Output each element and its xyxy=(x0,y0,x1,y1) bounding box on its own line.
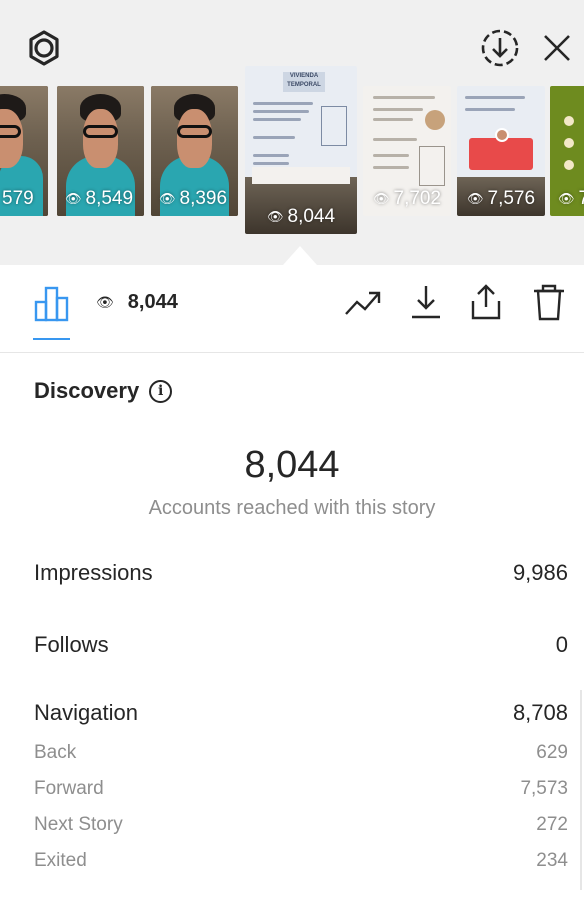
story-thumbnail[interactable]: 👁 7,576 xyxy=(457,86,545,216)
story-thumbnail-views: 8,549 xyxy=(85,188,134,209)
navigation-detail-row: Forward 7,573 xyxy=(34,778,568,800)
close-button[interactable] xyxy=(537,28,577,68)
eye-icon: 👁 xyxy=(267,209,284,224)
metric-label: Follows xyxy=(34,632,109,657)
metric-value: 8,708 xyxy=(512,700,568,725)
navigation-row: Navigation 8,708 xyxy=(34,700,568,726)
detail-label: Exited xyxy=(34,850,87,871)
metric-value: 0 xyxy=(555,632,568,657)
story-thumbnail[interactable]: 👁 7 xyxy=(550,86,584,216)
eye-icon: 👁 xyxy=(558,191,575,206)
download-story-button[interactable] xyxy=(479,27,521,69)
info-icon[interactable]: i xyxy=(149,379,173,403)
eye-icon: 👁 xyxy=(159,191,176,206)
active-tab-indicator xyxy=(33,338,70,340)
story-thumbnail-strip[interactable]: 579 👁 8,549 👁 8,396 VIVIENDA TEMPORAL 👁 8,0… xyxy=(0,66,584,236)
story-thumbnail-views: 579 xyxy=(2,188,34,209)
metric-value: 9,986 xyxy=(512,560,568,585)
accounts-reached-caption: Accounts reached with this story xyxy=(148,497,436,519)
navigation-detail-row: Exited 234 xyxy=(34,850,568,872)
selected-story-views: 👁 8,044 xyxy=(96,291,178,314)
settings-gear-icon xyxy=(29,30,59,66)
detail-value: 234 xyxy=(536,850,568,871)
discovery-title: Discovery xyxy=(34,378,140,403)
eye-icon: 👁 xyxy=(373,191,390,206)
story-preview-area: 579 👁 8,549 👁 8,396 VIVIENDA TEMPORAL 👁 8,0… xyxy=(0,0,584,265)
detail-label: Next Story xyxy=(34,814,123,835)
story-thumbnail[interactable]: 👁 8,396 xyxy=(151,86,238,216)
selected-story-views-value: 8,044 xyxy=(127,291,178,313)
close-icon xyxy=(544,35,570,61)
detail-label: Back xyxy=(34,742,77,763)
story-thumbnail[interactable]: 👁 7,702 xyxy=(363,86,451,216)
scrollbar[interactable] xyxy=(580,690,582,890)
download-icon xyxy=(412,286,440,319)
trash-icon xyxy=(534,284,564,321)
story-thumbnail-views: 7 xyxy=(578,188,584,209)
story-thumbnail-views: 7,576 xyxy=(487,188,536,209)
selected-story-pointer xyxy=(283,246,317,265)
story-thumbnail[interactable]: 👁 8,549 xyxy=(57,86,144,216)
divider xyxy=(0,352,584,353)
follows-row: Follows 0 xyxy=(34,632,568,658)
impressions-row: Impressions 9,986 xyxy=(34,560,568,586)
share-icon xyxy=(471,284,501,320)
discovery-header: Discovery i xyxy=(34,378,173,404)
save-button[interactable] xyxy=(406,282,446,322)
insights-tab[interactable] xyxy=(32,283,72,323)
accounts-reached-value: 8,044 xyxy=(244,444,340,486)
metric-label: Impressions xyxy=(34,560,153,585)
trending-icon xyxy=(345,291,381,315)
navigation-detail-row: Next Story 272 xyxy=(34,814,568,836)
download-circle-icon xyxy=(481,29,519,67)
story-thumbnail[interactable]: 579 xyxy=(0,86,48,216)
story-thumbnail-selected[interactable]: VIVIENDA TEMPORAL 👁 8,044 xyxy=(245,66,357,234)
eye-icon: 👁 xyxy=(467,191,484,206)
detail-label: Forward xyxy=(34,778,104,799)
delete-button[interactable] xyxy=(529,282,569,322)
settings-button[interactable] xyxy=(24,28,64,68)
slide-title: VIVIENDA TEMPORAL xyxy=(283,72,325,92)
story-thumbnail-views: 8,396 xyxy=(179,188,228,209)
bar-chart-icon xyxy=(34,286,69,322)
eye-icon: 👁 xyxy=(65,191,82,206)
story-thumbnail-views: 7,702 xyxy=(393,188,442,209)
navigation-detail-row: Back 629 xyxy=(34,742,568,764)
eye-icon: 👁 xyxy=(96,294,114,310)
story-thumbnail-views: 8,044 xyxy=(287,206,336,227)
detail-value: 629 xyxy=(536,742,568,763)
promote-button[interactable] xyxy=(343,282,383,322)
detail-value: 7,573 xyxy=(520,778,568,799)
metric-label: Navigation xyxy=(34,700,138,725)
detail-value: 272 xyxy=(536,814,568,835)
share-button[interactable] xyxy=(466,282,506,322)
story-toolbar: 👁 8,044 xyxy=(0,265,584,340)
